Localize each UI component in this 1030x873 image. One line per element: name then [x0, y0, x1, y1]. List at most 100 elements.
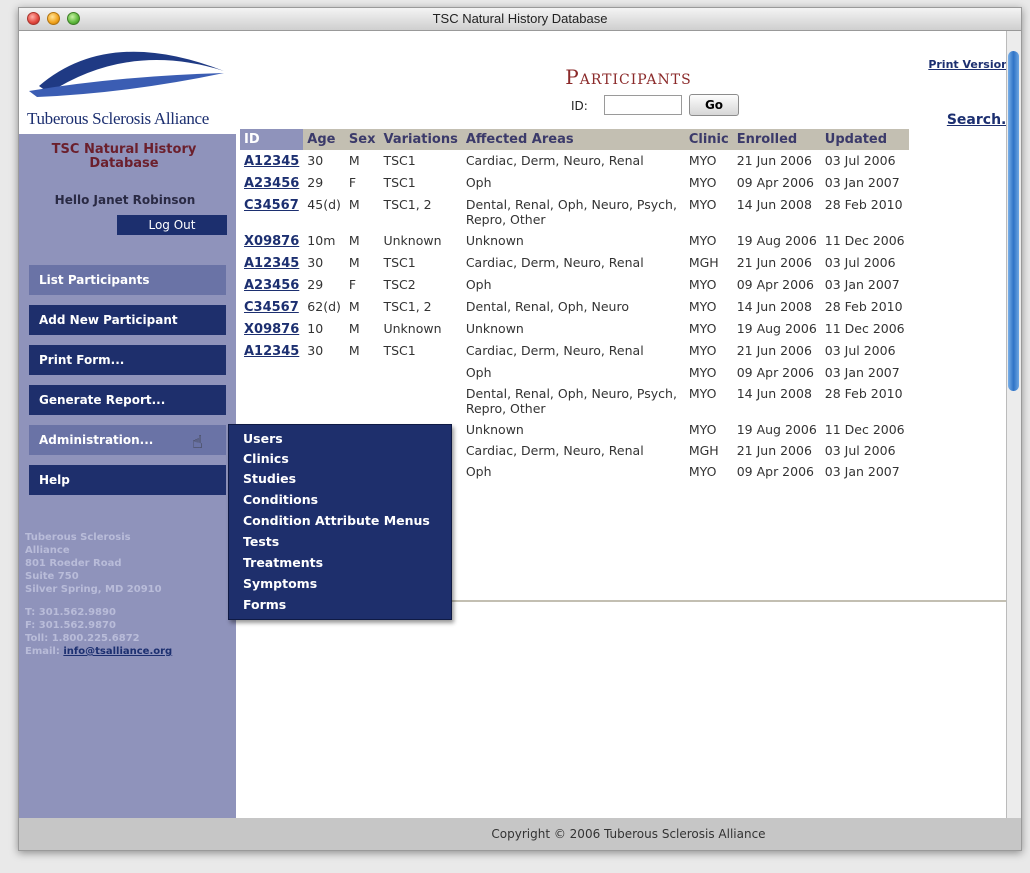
logout-button[interactable]: Log Out — [117, 215, 227, 235]
table-row[interactable]: A23456 29 F TSC2 Oph MYO 09 Apr 2006 03 Jan 200… — [240, 274, 909, 296]
cell-enrolled: 09 Apr 2006 — [736, 365, 814, 380]
cell-variations: Unknown — [383, 233, 442, 248]
address-line: 801 Roeder Road — [25, 558, 122, 569]
col-header-clinic[interactable]: Clinic — [684, 129, 733, 150]
cell-variations: TSC1 — [383, 255, 416, 270]
participant-id-link[interactable]: A12345 — [244, 256, 299, 271]
cell-pid: A23456 — [240, 172, 303, 194]
tollfree: Toll: 1.800.225.6872 — [25, 633, 140, 644]
cell-variations: Unknown — [383, 321, 442, 336]
phone: T: 301.562.9890 — [25, 607, 116, 618]
cell-enrolled: 09 Apr 2006 — [736, 175, 814, 190]
cell-variations: TSC1, 2 — [383, 197, 432, 212]
participant-id-link[interactable]: X09876 — [244, 322, 299, 337]
cell-age — [303, 362, 345, 383]
cell-affected-areas: Cardiac, Derm, Neuro, Renal — [465, 443, 644, 458]
cell-updated: 03 Jul 2006 — [824, 153, 896, 168]
table-row[interactable]: A12345 30 M TSC1 Cardiac, Derm, Neuro, Renal… — [240, 252, 909, 274]
table-row[interactable]: Oph MYO 09 Apr 2006 03 Jan 2007 — [240, 362, 909, 383]
participant-id-link[interactable]: C34567 — [244, 300, 299, 315]
cell-updated: 11 Dec 2006 — [824, 233, 905, 248]
cell-affected-areas: Oph — [465, 175, 492, 190]
table-row[interactable]: C34567 45(d) M TSC1, 2 Dental, Renal, Oph, N… — [240, 194, 909, 230]
cell-sex: M — [348, 153, 360, 168]
cell-variations — [379, 362, 461, 383]
table-row[interactable]: A23456 29 F TSC1 Oph MYO 09 Apr 2006 03 Jan 200… — [240, 172, 909, 194]
nav-add-new-participant[interactable]: Add New Participant — [29, 305, 226, 335]
col-header-affected-areas[interactable]: Affected Areas — [461, 129, 685, 150]
table-row[interactable]: Dental, Renal, Oph, Neuro, Psych, Repro,… — [240, 383, 909, 419]
cell-updated: 28 Feb 2010 — [824, 197, 903, 212]
nav-print-form[interactable]: Print Form... — [29, 345, 226, 375]
go-button[interactable]: Go — [689, 94, 739, 116]
col-header-sex[interactable]: Sex — [344, 129, 380, 150]
cell-pid: A12345 — [240, 340, 303, 362]
participant-id-link[interactable]: C34567 — [244, 198, 299, 213]
cell-affected-areas: Dental, Renal, Oph, Neuro, Psych, Repro,… — [465, 386, 677, 416]
logo-swoosh-icon — [29, 51, 224, 97]
cell-enrolled: 09 Apr 2006 — [736, 277, 814, 292]
cell-affected-areas: Cardiac, Derm, Neuro, Renal — [465, 343, 644, 358]
nav-help[interactable]: Help — [29, 465, 226, 495]
cell-affected-areas: Oph — [465, 464, 492, 479]
email-link[interactable]: info@tsalliance.org — [63, 646, 172, 657]
scrollbar-thumb[interactable] — [1008, 51, 1019, 391]
participant-id-link[interactable]: A23456 — [244, 176, 299, 191]
menu-item-condition-attribute-menus[interactable]: Condition Attribute Menus — [243, 513, 430, 528]
menu-item-clinics[interactable]: Clinics — [243, 451, 289, 466]
cell-clinic: MYO — [688, 365, 717, 380]
cell-updated: 03 Jul 2006 — [824, 443, 896, 458]
cell-sex — [345, 362, 380, 383]
cell-enrolled: 19 Aug 2006 — [736, 233, 817, 248]
cell-enrolled: 21 Jun 2006 — [736, 255, 812, 270]
cell-affected-areas: Oph — [465, 277, 492, 292]
nav-generate-report[interactable]: Generate Report... — [29, 385, 226, 415]
col-header-id[interactable]: ID — [240, 129, 304, 150]
participant-id-link[interactable]: A12345 — [244, 344, 299, 359]
logo[interactable]: Tuberous Sclerosis Alliance — [19, 31, 236, 134]
col-header-enrolled[interactable]: Enrolled — [732, 129, 821, 150]
menu-item-symptoms[interactable]: Symptoms — [243, 576, 317, 591]
col-header-updated[interactable]: Updated — [820, 129, 909, 150]
menu-item-forms[interactable]: Forms — [243, 597, 286, 612]
cell-updated: 03 Jan 2007 — [824, 464, 900, 479]
cell-clinic: MYO — [688, 197, 717, 212]
table-row[interactable]: X09876 10m M Unknown Unknown MYO 19 Aug 2006 11… — [240, 230, 909, 252]
participant-id-link[interactable]: X09876 — [244, 234, 299, 249]
cell-sex — [345, 383, 380, 419]
vertical-scrollbar[interactable] — [1006, 31, 1021, 818]
table-row[interactable]: A12345 30 M TSC1 Cardiac, Derm, Neuro, Renal… — [240, 340, 909, 362]
table-row[interactable]: X09876 10 M Unknown Unknown MYO 19 Aug 2006 11 … — [240, 318, 909, 340]
cell-enrolled: 19 Aug 2006 — [736, 321, 817, 336]
cell-enrolled: 19 Aug 2006 — [736, 422, 817, 437]
hand-pointer-icon: ☝ — [192, 432, 203, 453]
cell-age — [303, 383, 345, 419]
cell-pid: X09876 — [240, 230, 303, 252]
cell-sex: F — [348, 175, 357, 190]
cell-pid: C34567 — [240, 194, 303, 230]
menu-item-studies[interactable]: Studies — [243, 471, 296, 486]
cell-clinic: MYO — [688, 464, 717, 479]
table-row[interactable]: A12345 30 M TSC1 Cardiac, Derm, Neuro, Renal… — [240, 150, 909, 172]
cell-age: 10 — [307, 321, 324, 336]
nav-list-participants[interactable]: List Participants — [29, 265, 226, 295]
participant-id-link[interactable]: A23456 — [244, 278, 299, 293]
menu-item-users[interactable]: Users — [243, 431, 283, 446]
cell-clinic: MYO — [688, 277, 717, 292]
cell-updated: 28 Feb 2010 — [824, 299, 903, 314]
cell-pid — [240, 383, 303, 419]
col-header-age[interactable]: Age — [303, 129, 345, 150]
menu-item-conditions[interactable]: Conditions — [243, 492, 318, 507]
id-search-input[interactable] — [604, 95, 682, 115]
address-line: Tuberous Sclerosis — [25, 532, 131, 543]
cell-affected-areas: Cardiac, Derm, Neuro, Renal — [465, 153, 644, 168]
cell-age: 62(d) — [307, 299, 341, 314]
menu-item-treatments[interactable]: Treatments — [243, 555, 323, 570]
participant-id-link[interactable]: A12345 — [244, 154, 299, 169]
menu-item-tests[interactable]: Tests — [243, 534, 279, 549]
col-header-variations[interactable]: Variations — [379, 129, 462, 150]
cell-age: 30 — [307, 343, 324, 358]
cell-affected-areas: Dental, Renal, Oph, Neuro — [465, 299, 629, 314]
table-row[interactable]: C34567 62(d) M TSC1, 2 Dental, Renal, Oph, N… — [240, 296, 909, 318]
cell-clinic: MYO — [688, 386, 717, 401]
